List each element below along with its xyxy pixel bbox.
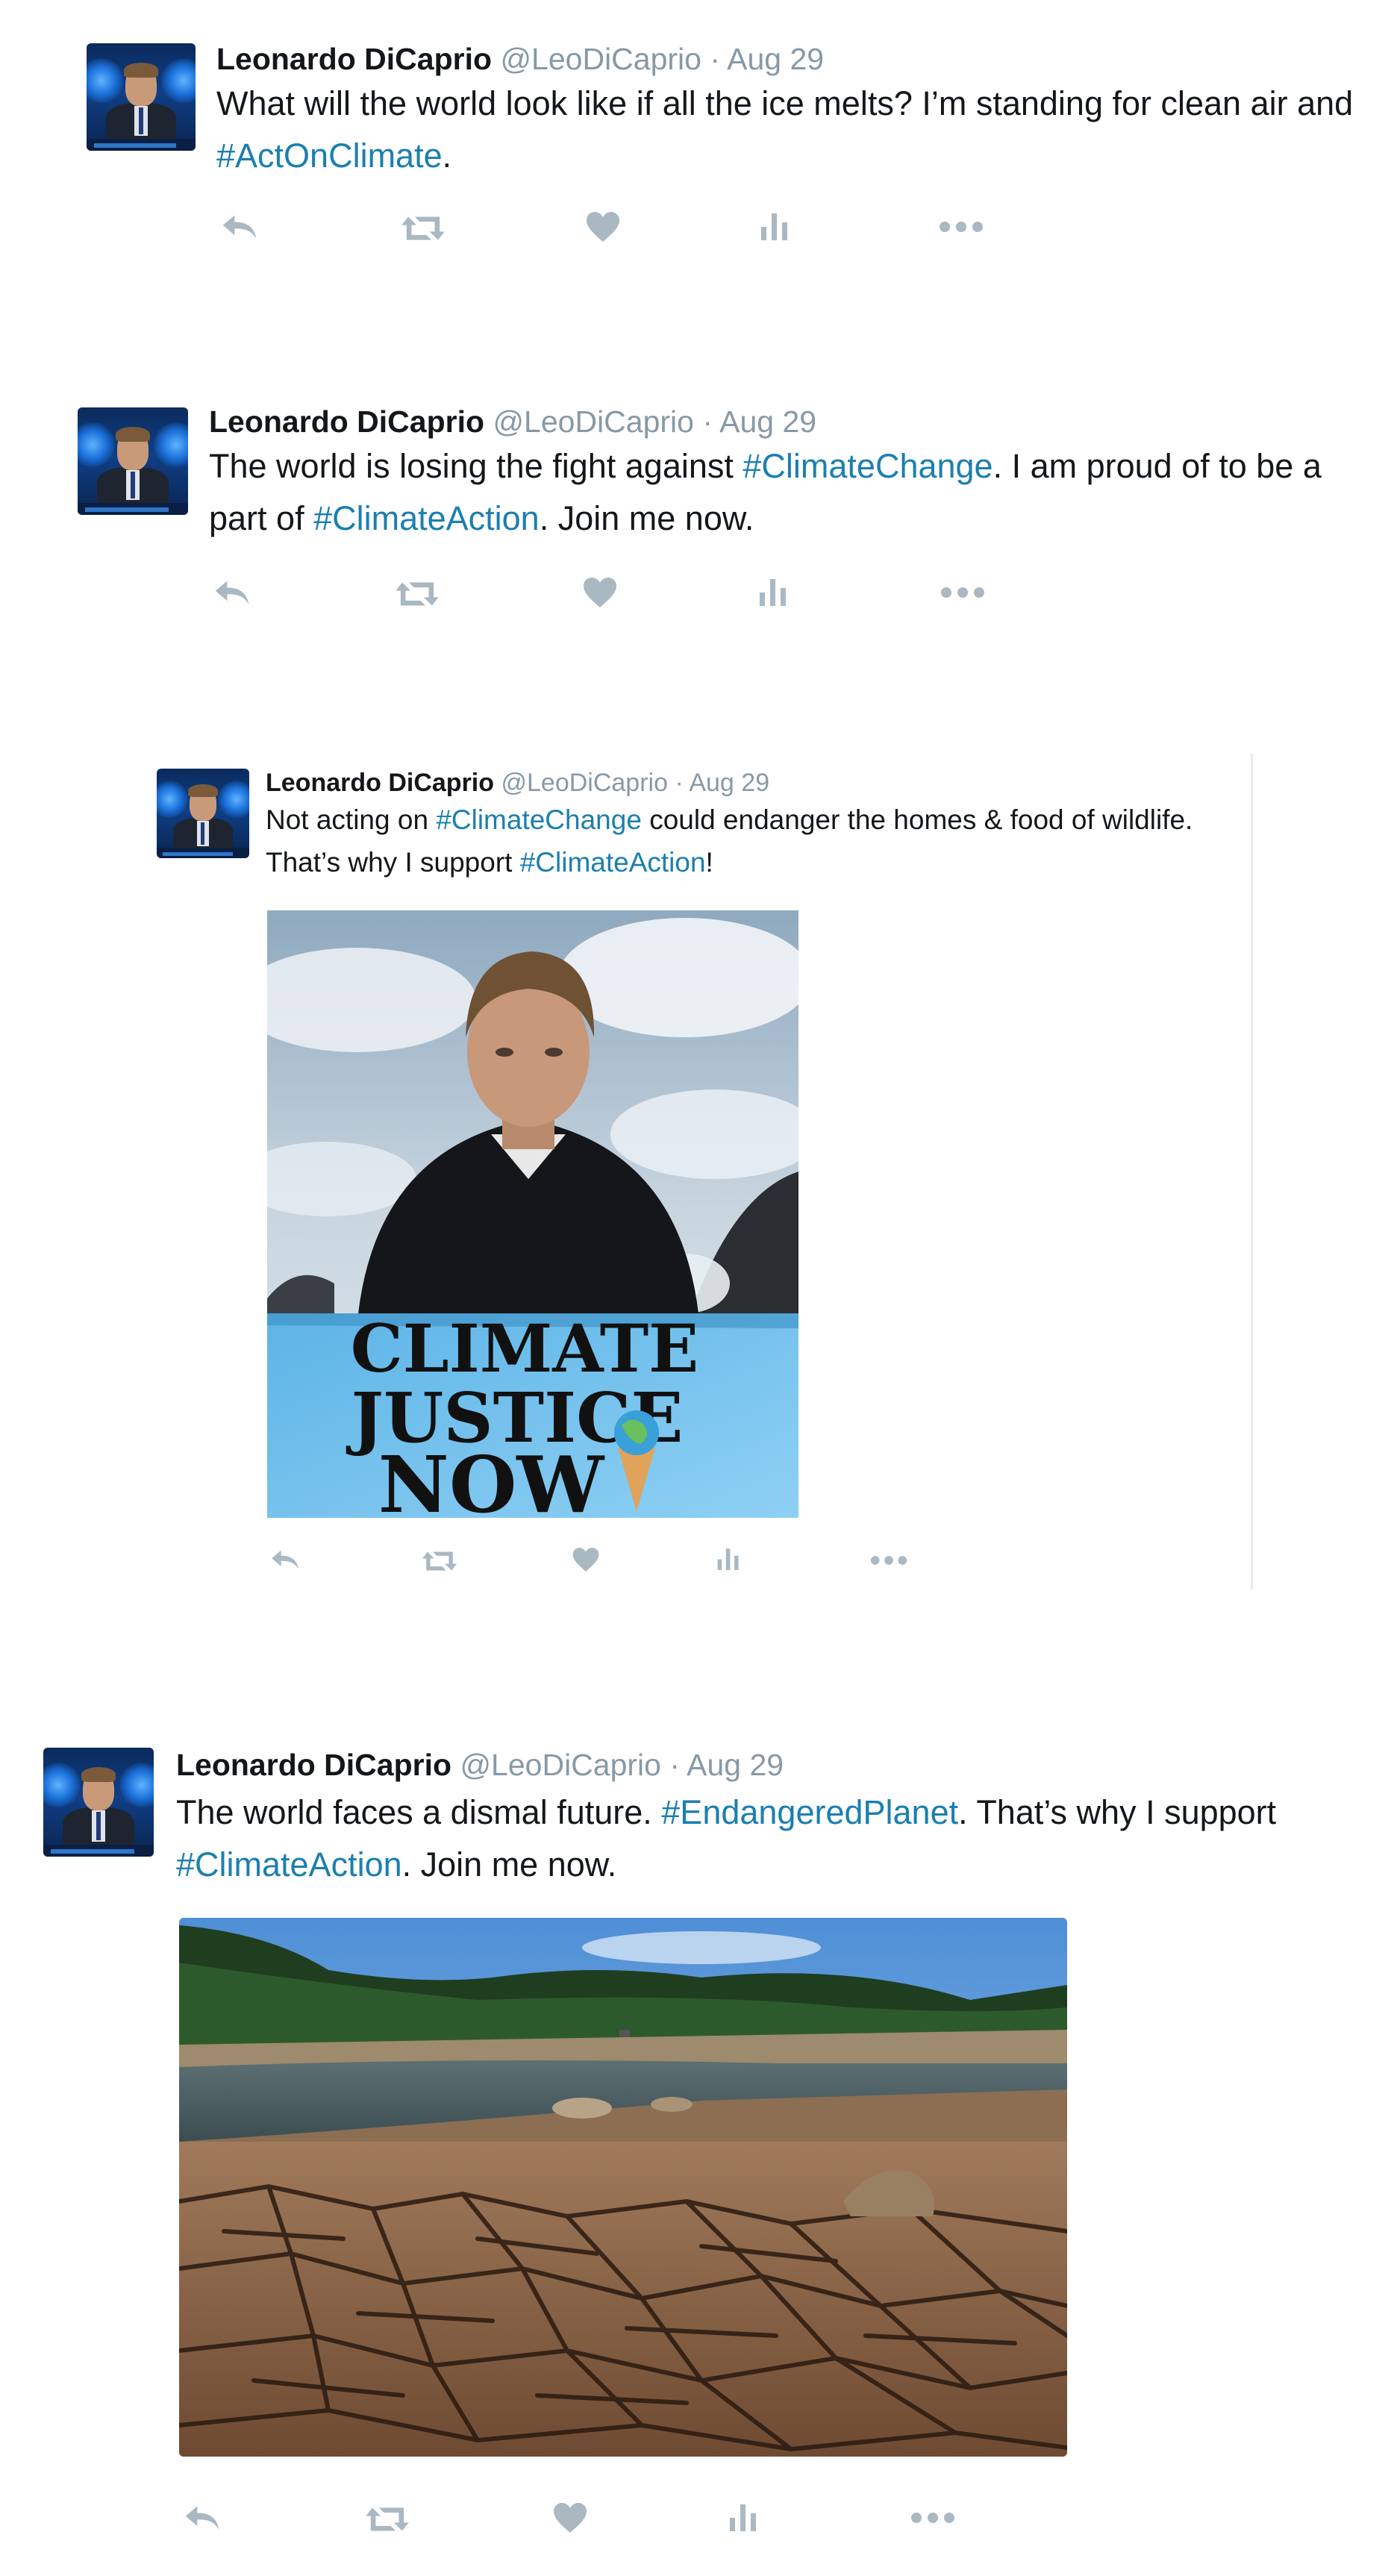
tweet-text: Not acting on #ClimateChange could endan…	[266, 798, 1236, 884]
more-icon[interactable]	[870, 1555, 907, 1566]
author-handle[interactable]: @LeoDiCaprio	[493, 404, 694, 439]
tweet-image[interactable]: CLIMATE JUSTICE NOW	[267, 910, 798, 1518]
hashtag-link[interactable]: #EndangeredPlanet	[661, 1793, 958, 1831]
text-segment: !	[705, 847, 713, 878]
analytics-icon[interactable]	[716, 1545, 740, 1572]
more-icon[interactable]	[940, 587, 985, 598]
column-divider	[1251, 754, 1253, 1589]
retweet-icon[interactable]	[421, 1549, 458, 1573]
retweet-icon[interactable]	[400, 213, 446, 243]
avatar[interactable]	[78, 407, 188, 515]
author-handle[interactable]: @LeoDiCaprio	[500, 42, 701, 76]
like-icon[interactable]	[585, 210, 621, 243]
hashtag-link[interactable]: #ClimateAction	[520, 847, 706, 878]
author-name[interactable]: Leonardo DiCaprio	[176, 1748, 451, 1782]
author-line: Leonardo DiCaprio @LeoDiCaprio · Aug 29	[266, 769, 769, 798]
more-icon[interactable]	[939, 221, 984, 233]
text-segment: . Join me now.	[401, 1845, 617, 1883]
more-icon[interactable]	[910, 2512, 955, 2524]
tweet-date[interactable]: · Aug 29	[710, 42, 824, 76]
avatar[interactable]	[87, 43, 196, 151]
avatar[interactable]	[157, 769, 249, 858]
text-segment: . That’s why I support	[958, 1793, 1277, 1831]
tweet-actions	[209, 575, 1030, 619]
tweet: Leonardo DiCaprio @LeoDiCaprio · Aug 29 …	[0, 1716, 1391, 2576]
author-handle[interactable]: @LeoDiCaprio	[460, 1748, 661, 1782]
reply-icon[interactable]	[219, 212, 260, 242]
author-name[interactable]: Leonardo DiCaprio	[216, 42, 492, 76]
author-line: Leonardo DiCaprio @LeoDiCaprio · Aug 29	[216, 42, 824, 77]
hashtag-link[interactable]: #ClimateChange	[436, 804, 642, 835]
author-line: Leonardo DiCaprio @LeoDiCaprio · Aug 29	[209, 404, 816, 440]
analytics-icon[interactable]	[728, 2500, 758, 2533]
like-icon[interactable]	[552, 2501, 588, 2534]
tweet-actions	[216, 209, 1037, 254]
tweet-date[interactable]: · Aug 29	[702, 404, 816, 439]
analytics-icon[interactable]	[758, 575, 788, 607]
hashtag-link[interactable]: #ActOnClimate	[216, 137, 443, 175]
author-name[interactable]: Leonardo DiCaprio	[209, 404, 484, 439]
tweet-image[interactable]	[179, 1918, 1067, 2457]
tweet-text: What will the world look like if all the…	[216, 78, 1366, 182]
tweet: Leonardo DiCaprio @LeoDiCaprio · Aug 29 …	[0, 0, 1391, 298]
tweet-text: The world is losing the fight against #C…	[209, 440, 1373, 545]
text-segment: The world is losing the fight against	[209, 447, 743, 485]
retweet-icon[interactable]	[364, 2504, 410, 2534]
author-name[interactable]: Leonardo DiCaprio	[266, 769, 494, 797]
text-segment: .	[442, 136, 452, 175]
like-icon[interactable]	[572, 1546, 600, 1573]
text-segment: The world faces a dismal future.	[176, 1793, 662, 1831]
tweet-text: The world faces a dismal future. #Endang…	[176, 1786, 1295, 1891]
tweet: Leonardo DiCaprio @LeoDiCaprio · Aug 29 …	[0, 358, 1391, 657]
avatar[interactable]	[43, 1748, 154, 1857]
text-segment: What will the world look like if all the…	[216, 84, 1354, 122]
tweet-actions	[266, 1545, 937, 1582]
text-segment: Not acting on	[266, 804, 437, 835]
reply-icon[interactable]	[269, 1548, 301, 1572]
reply-icon[interactable]	[212, 578, 252, 607]
text-segment: . Join me now.	[539, 498, 754, 537]
tweet-date[interactable]: · Aug 29	[669, 1748, 784, 1782]
hashtag-link[interactable]: #ClimateAction	[313, 499, 540, 537]
banner-text-line: NOW	[378, 1439, 606, 1518]
tweet: Leonardo DiCaprio @LeoDiCaprio · Aug 29 …	[0, 739, 1391, 1604]
banner-text-line: CLIMATE	[351, 1310, 699, 1387]
author-handle[interactable]: @LeoDiCaprio	[501, 769, 668, 797]
author-line: Leonardo DiCaprio @LeoDiCaprio · Aug 29	[176, 1748, 784, 1783]
reply-icon[interactable]	[182, 2503, 222, 2533]
retweet-icon[interactable]	[394, 579, 440, 609]
hashtag-link[interactable]: #ClimateAction	[176, 1845, 402, 1883]
tweet-date[interactable]: · Aug 29	[675, 769, 769, 797]
like-icon[interactable]	[582, 576, 618, 609]
tweet-actions	[179, 2500, 1000, 2545]
hashtag-link[interactable]: #ClimateChange	[743, 447, 993, 485]
analytics-icon[interactable]	[760, 209, 790, 242]
